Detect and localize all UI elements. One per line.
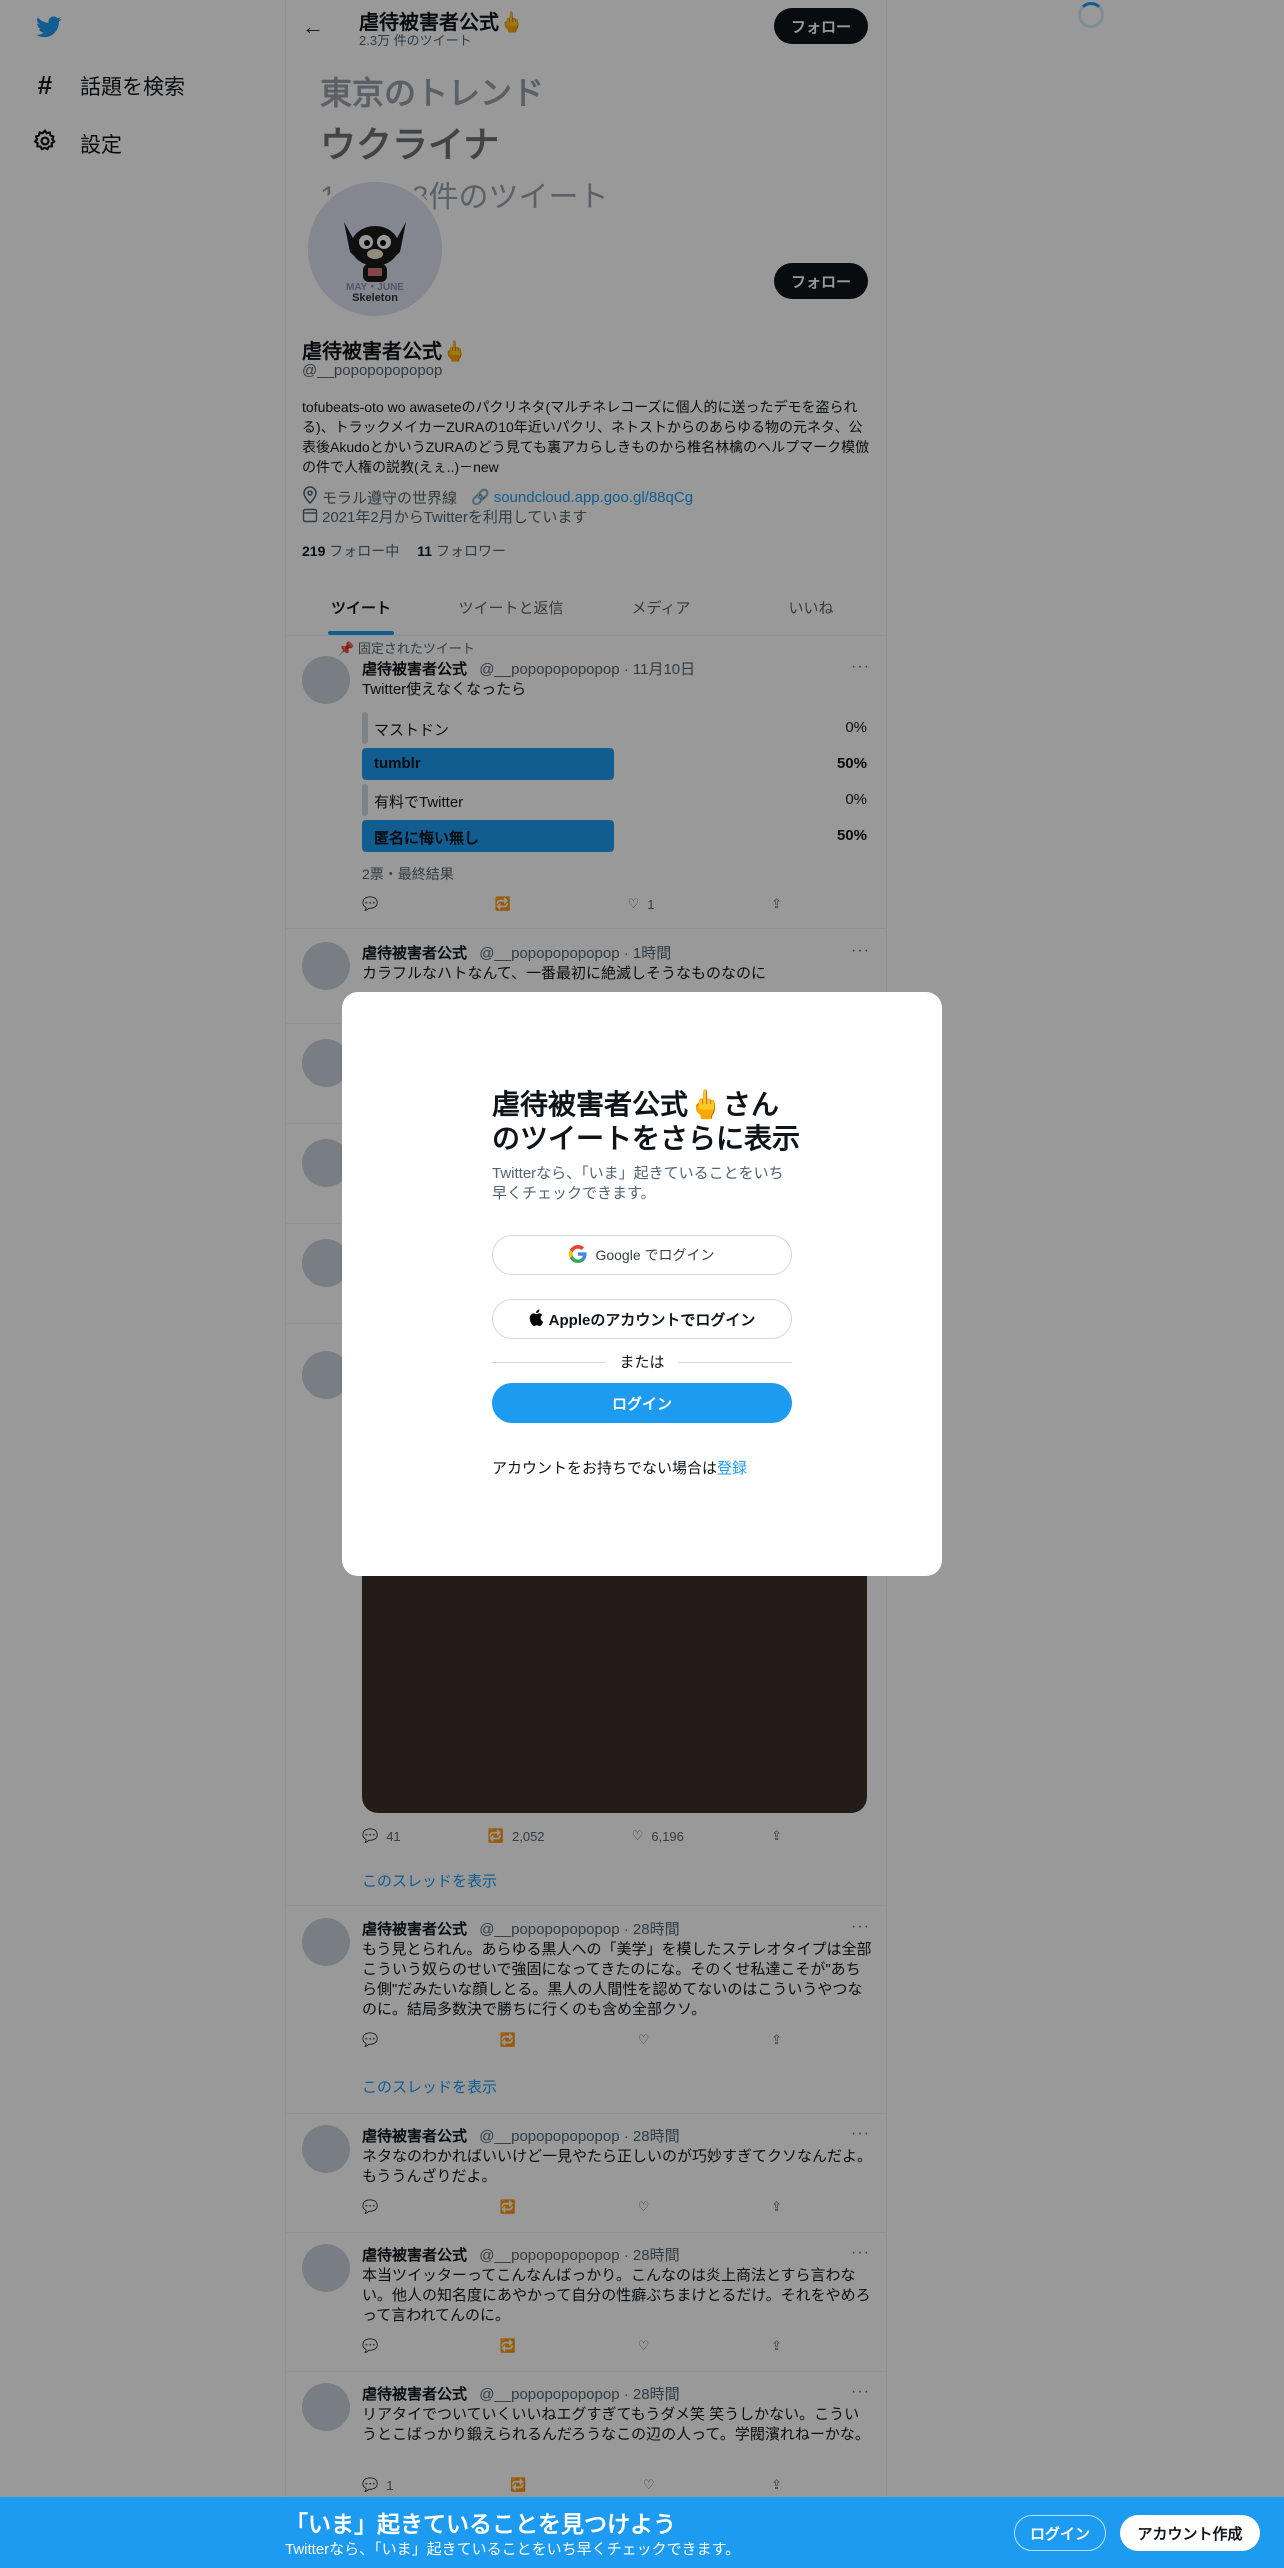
signup-link[interactable]: 登録 <box>717 1460 747 1477</box>
signup-prompt-text: アカウントをお持ちでない場合は <box>492 1460 718 1477</box>
modal-subtitle: Twitterなら、「いま」起きていることをいち早くチェックできます。 <box>492 1165 784 1202</box>
or-label: または <box>606 1351 678 1372</box>
bottombar-subtitle: Twitterなら、「いま」起きていることをいち早くチェックできます。 <box>285 2541 741 2558</box>
google-login-label: Google でログイン <box>595 1247 715 1263</box>
modal-title: 虐待被害者公式🖕さんのツイートをさらに表示 <box>492 1089 801 1154</box>
bottombar-login-button[interactable]: ログイン <box>1014 2515 1106 2551</box>
apple-icon <box>529 1308 543 1330</box>
login-modal: 虐待被害者公式🖕さんのツイートをさらに表示 Twitterなら、「いま」起きてい… <box>342 992 942 1576</box>
bottombar-title: 「いま」起きていることを見つけよう <box>285 2511 676 2537</box>
bottombar-signup-button[interactable]: アカウント作成 <box>1120 2515 1260 2551</box>
google-login-button[interactable]: Google でログイン <box>492 1235 792 1275</box>
bottom-signup-bar: 「いま」起きていることを見つけよう Twitterなら、「いま」起きていることを… <box>0 2497 1284 2568</box>
google-icon <box>569 1244 588 1266</box>
apple-login-button[interactable]: Appleのアカウントでログイン <box>492 1299 792 1339</box>
apple-login-label: Appleのアカウントでログイン <box>548 1311 756 1329</box>
signup-prompt: アカウントをお持ちでない場合は登録 <box>492 1457 747 1478</box>
login-button[interactable]: ログイン <box>492 1383 792 1423</box>
